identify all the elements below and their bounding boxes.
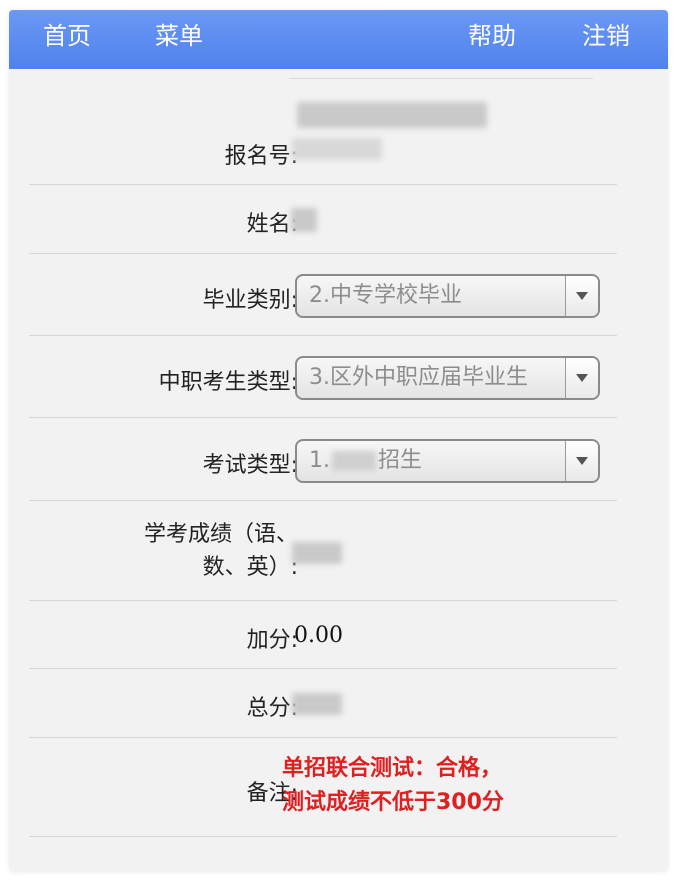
registration-no-label: 报名号: bbox=[224, 144, 298, 169]
vocational-type-label: 中职考生类型: bbox=[158, 370, 298, 395]
exam-type-suffix: 招生 bbox=[378, 448, 423, 473]
academic-score-label-line1: 学考成绩（语、 bbox=[143, 522, 298, 547]
row-divider bbox=[29, 737, 617, 738]
academic-score-label-line2: 数、英）: bbox=[202, 555, 298, 580]
exam-type-value: 1. 招生 bbox=[309, 441, 422, 481]
graduation-type-select[interactable]: 2.中专学校毕业 bbox=[295, 274, 600, 318]
row-divider bbox=[29, 335, 617, 336]
chevron-down-icon bbox=[565, 441, 598, 481]
academic-score-label: 学考成绩（语、 数、英）: bbox=[144, 518, 298, 584]
exam-type-select[interactable]: 1. 招生 bbox=[295, 439, 600, 483]
total-label: 总分: bbox=[246, 696, 298, 721]
row-divider bbox=[29, 600, 617, 601]
vocational-type-value: 3.区外中职应届毕业生 bbox=[309, 365, 528, 390]
row-divider bbox=[29, 668, 617, 669]
remark-line2: 测试成绩不低于300分 bbox=[282, 790, 504, 815]
name-value-redacted bbox=[291, 208, 317, 232]
remark-text: 单招联合测试：合格， 测试成绩不低于300分 bbox=[282, 752, 504, 820]
registration-no-value-redacted-2 bbox=[292, 138, 382, 160]
nav-home-link[interactable]: 首页 bbox=[43, 10, 91, 69]
row-divider bbox=[29, 253, 617, 254]
top-divider bbox=[289, 78, 593, 79]
exam-type-prefix: 1. bbox=[309, 448, 330, 473]
score-card: 首页 菜单 帮助 注销 报名号: 姓名: 毕业类别: 2.中专学校毕业 中职考生… bbox=[9, 10, 668, 872]
page-frame: 首页 菜单 帮助 注销 报名号: 姓名: 毕业类别: 2.中专学校毕业 中职考生… bbox=[0, 0, 677, 882]
chevron-down-icon bbox=[565, 276, 598, 316]
row-divider bbox=[29, 184, 617, 185]
bonus-label: 加分: bbox=[246, 628, 298, 653]
nav-logout-link[interactable]: 注销 bbox=[582, 10, 630, 69]
row-divider bbox=[29, 417, 617, 418]
vocational-type-select[interactable]: 3.区外中职应届毕业生 bbox=[295, 356, 600, 400]
total-value-redacted bbox=[292, 693, 342, 715]
graduation-type-value: 2.中专学校毕业 bbox=[309, 283, 462, 308]
academic-score-value-redacted bbox=[292, 542, 342, 564]
exam-type-label: 考试类型: bbox=[202, 453, 298, 478]
remark-line1: 单招联合测试：合格， bbox=[282, 756, 503, 781]
registration-no-value-redacted bbox=[297, 102, 487, 128]
exam-type-redacted bbox=[332, 451, 376, 471]
row-divider bbox=[29, 500, 617, 501]
row-divider bbox=[29, 836, 617, 837]
bonus-value: 0.00 bbox=[294, 623, 343, 648]
chevron-down-icon bbox=[565, 358, 598, 398]
nav-menu-link[interactable]: 菜单 bbox=[155, 10, 203, 69]
nav-help-link[interactable]: 帮助 bbox=[468, 10, 516, 69]
graduation-type-label: 毕业类别: bbox=[202, 288, 298, 313]
top-navbar: 首页 菜单 帮助 注销 bbox=[9, 10, 668, 69]
